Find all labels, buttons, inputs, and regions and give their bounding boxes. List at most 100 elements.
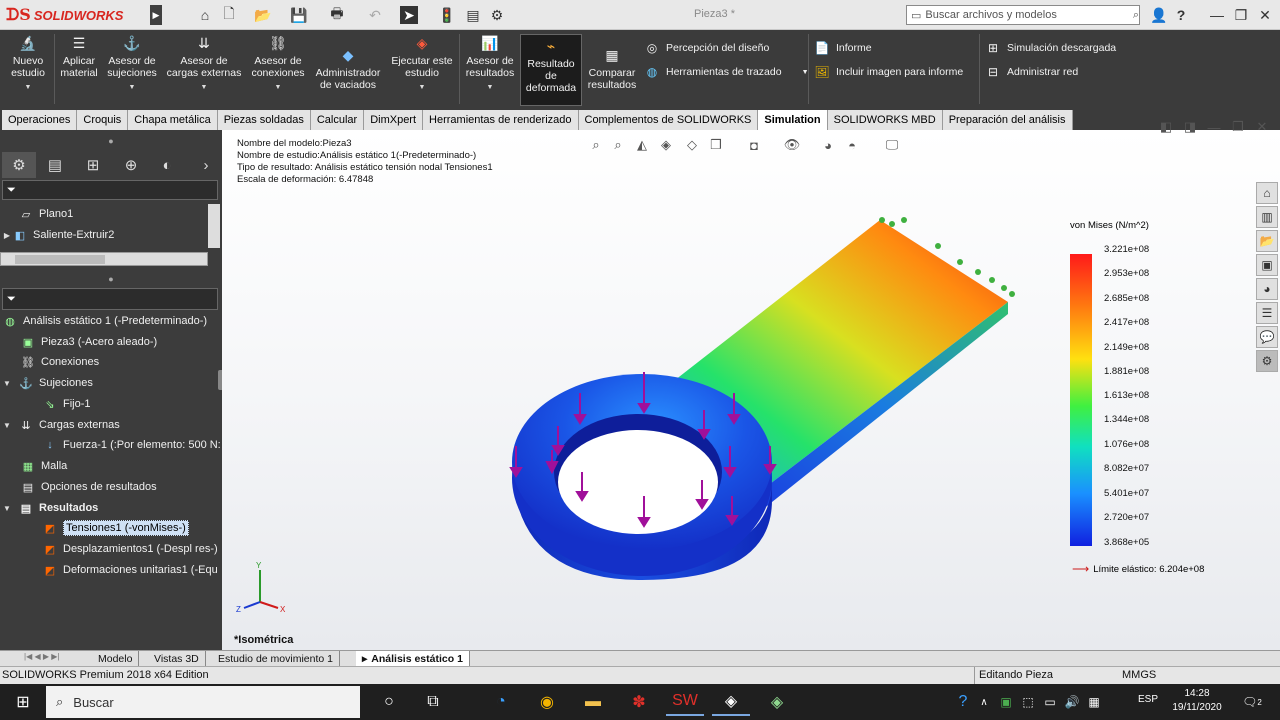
cortana-icon[interactable]: ○ — [370, 688, 408, 716]
tab-complementos[interactable]: Complementos de SOLIDWORKS — [578, 110, 759, 130]
view-palette-icon[interactable]: ▣ — [1256, 254, 1278, 276]
horizontal-scrollbar[interactable] — [0, 252, 208, 266]
undo-icon[interactable]: ↶ — [366, 6, 384, 24]
file-explorer-icon[interactable]: 📂 — [1256, 230, 1278, 252]
report-button[interactable]: 📄 Informe — [814, 40, 872, 56]
chevron-down-icon[interactable]: ▼ — [275, 82, 282, 94]
tree-item-fixtures[interactable]: ▼ ⚓ Sujeciones — [0, 373, 222, 393]
vertical-scrollbar[interactable] — [208, 204, 220, 248]
menu-expand-icon[interactable]: ▶ — [150, 5, 162, 25]
tab-croquis[interactable]: Croquis — [77, 110, 129, 130]
tab-preparacion-analisis[interactable]: Preparación del análisis — [942, 110, 1073, 130]
tab-piezas-soldadas[interactable]: Piezas soldadas — [217, 110, 311, 130]
chevron-down-icon[interactable]: ▼ — [25, 82, 32, 94]
select-icon[interactable]: ➤ — [400, 6, 418, 24]
new-document-icon[interactable]: 🗋 — [220, 5, 238, 24]
tree-item-displacement[interactable]: ◩ Desplazamientos1 (-Despl res-) — [0, 539, 222, 559]
connections-advisor-button[interactable]: ⛓ Asesor de conexiones ▼ — [248, 34, 308, 94]
rebuild-icon[interactable]: 🚦 — [438, 6, 456, 24]
chevron-right-icon[interactable]: › — [196, 152, 216, 178]
tree-item-external-loads[interactable]: ▼ ⇊ Cargas externas — [0, 415, 222, 435]
home-icon[interactable]: ⌂ — [196, 6, 214, 24]
offloaded-simulation-button[interactable]: ⊞ Simulación descargada — [985, 40, 1116, 56]
tab-estudio-movimiento[interactable]: Estudio de movimiento 1 — [212, 651, 340, 666]
new-study-button[interactable]: 🔬 Nuevo estudio ▼ — [6, 34, 50, 94]
tree-item-results[interactable]: ▼ ▤ Resultados — [0, 498, 222, 518]
units-label[interactable]: MMGS — [1122, 669, 1156, 681]
previous-view-icon[interactable]: ◭ — [632, 136, 652, 154]
design-library-icon[interactable]: ▥ — [1256, 206, 1278, 228]
tile-left-icon[interactable]: ◧ — [1156, 118, 1176, 136]
stress-model[interactable] — [492, 210, 1032, 610]
chevron-up-icon[interactable]: ∧ — [974, 688, 994, 716]
chevron-down-icon[interactable]: ▼ — [487, 82, 494, 94]
forum-icon[interactable]: 💬 — [1256, 326, 1278, 348]
external-loads-advisor-button[interactable]: ⇊ Asesor de cargas externas ▼ — [164, 34, 244, 94]
tree-item-strain[interactable]: ◩ Deformaciones unitarias1 (-Equ — [0, 560, 222, 580]
minimize-icon[interactable]: — — [1208, 6, 1226, 24]
panel-splitter[interactable]: ● — [0, 274, 222, 286]
solidworks-taskbar-icon[interactable]: SW — [666, 688, 704, 716]
clock[interactable]: 14:28 19/11/2020 — [1166, 687, 1228, 715]
tray-app-icon[interactable]: ▭ — [1040, 688, 1060, 716]
deformed-result-button[interactable]: ⌁ Resultado de deformada — [520, 34, 582, 106]
design-insight-button[interactable]: ◎ Percepción del diseño — [644, 40, 770, 56]
graphics-area[interactable]: Nombre del modelo:Pieza3 Nombre de estud… — [222, 119, 1280, 650]
configuration-manager-icon[interactable]: ⊞ — [76, 152, 110, 178]
taskbar-search[interactable]: ⌕ Buscar — [46, 686, 360, 718]
section-view-icon[interactable]: ◈ — [656, 136, 676, 154]
manage-network-button[interactable]: ⊟ Administrar red — [985, 64, 1078, 80]
tab-dimxpert[interactable]: DimXpert — [364, 110, 424, 130]
property-manager-icon[interactable]: ▤ — [38, 152, 72, 178]
hide-show-items-icon[interactable]: 👁 — [782, 136, 802, 154]
save-icon[interactable]: 💾 — [290, 6, 308, 24]
chevron-down-icon[interactable]: ▼ — [129, 82, 136, 94]
custom-properties-icon[interactable]: ☰ — [1256, 302, 1278, 324]
results-advisor-button[interactable]: 📊 Asesor de resultados ▼ — [462, 34, 518, 94]
tree-item-result-options[interactable]: ▤ Opciones de resultados — [0, 477, 222, 497]
appearances-icon[interactable]: ◕ — [1256, 278, 1278, 300]
close-icon[interactable]: ✕ — [1256, 6, 1274, 24]
tab-operaciones[interactable]: Operaciones — [2, 110, 78, 130]
options-gear-icon[interactable]: ⚙ — [488, 6, 506, 24]
network-icon[interactable]: ⬚ — [1018, 688, 1038, 716]
search-box[interactable]: ▭ Buscar archivos y modelos ⌕ — [906, 5, 1140, 25]
tree-item-plano1[interactable]: ▱ Plano1 — [0, 204, 222, 224]
display-style-icon[interactable]: ◘ — [744, 136, 764, 154]
file-properties-icon[interactable]: ▤ — [464, 6, 482, 24]
search-icon[interactable]: ⌕ — [1133, 9, 1139, 22]
collapse-icon[interactable]: ▼ — [2, 379, 12, 388]
restore-icon[interactable]: ❐ — [1232, 6, 1250, 24]
restore-doc-icon[interactable]: ❐ — [1228, 118, 1248, 136]
edit-appearance-icon[interactable]: ◕ — [818, 136, 838, 154]
tray-app-icon[interactable]: ▣ — [996, 688, 1016, 716]
search-input[interactable]: Buscar archivos y modelos — [925, 9, 1128, 21]
tray-app-icon[interactable]: ▦ — [1084, 688, 1104, 716]
zoom-area-icon[interactable]: ⌕ — [608, 136, 628, 154]
tree-item-part[interactable]: ▣ Pieza3 (-Acero aleado-) — [0, 332, 222, 352]
user-icon[interactable]: 👤 — [1150, 6, 1168, 24]
tab-simulation[interactable]: Simulation — [758, 110, 828, 130]
app-icon[interactable]: ◈ — [758, 688, 796, 716]
tree-item-saliente-extruir2[interactable]: ▶ ◧ Saliente-Extruir2 — [0, 225, 222, 245]
panel-splitter[interactable]: ● — [0, 136, 222, 150]
volume-icon[interactable]: 🔊 — [1062, 688, 1082, 716]
include-image-button[interactable]: 🖼 Incluir imagen para informe — [814, 64, 963, 80]
tree-item-force-1[interactable]: ↓ Fuerza-1 (:Por elemento: 500 N: — [0, 435, 222, 455]
tab-analisis-estatico[interactable]: ▸ Análisis estático 1 — [356, 651, 470, 666]
chrome-icon[interactable]: ◉ — [528, 688, 566, 716]
app-icon[interactable]: ◈ — [712, 688, 750, 716]
run-study-button[interactable]: ◈ Ejecutar este estudio ▼ — [388, 34, 456, 94]
notifications-icon[interactable]: 🗨 2 — [1238, 688, 1266, 716]
print-icon[interactable]: 🖶 — [328, 5, 346, 24]
task-view-icon[interactable]: ⧉ — [414, 688, 452, 716]
collapse-icon[interactable]: ▼ — [2, 504, 12, 513]
app-icon[interactable]: ✽ — [620, 688, 658, 716]
apply-scene-icon[interactable]: ◓ — [842, 136, 862, 154]
dynamic-annotation-icon[interactable]: ◇ — [682, 136, 702, 154]
tab-calcular[interactable]: Calcular — [310, 110, 365, 130]
display-manager-icon[interactable]: ◐ — [150, 152, 184, 178]
tab-modelo[interactable]: Modelo — [92, 651, 140, 666]
study-root[interactable]: ◍ Análisis estático 1 (-Predeterminado-) — [0, 311, 222, 331]
file-explorer-icon[interactable]: ▬ — [574, 688, 612, 716]
